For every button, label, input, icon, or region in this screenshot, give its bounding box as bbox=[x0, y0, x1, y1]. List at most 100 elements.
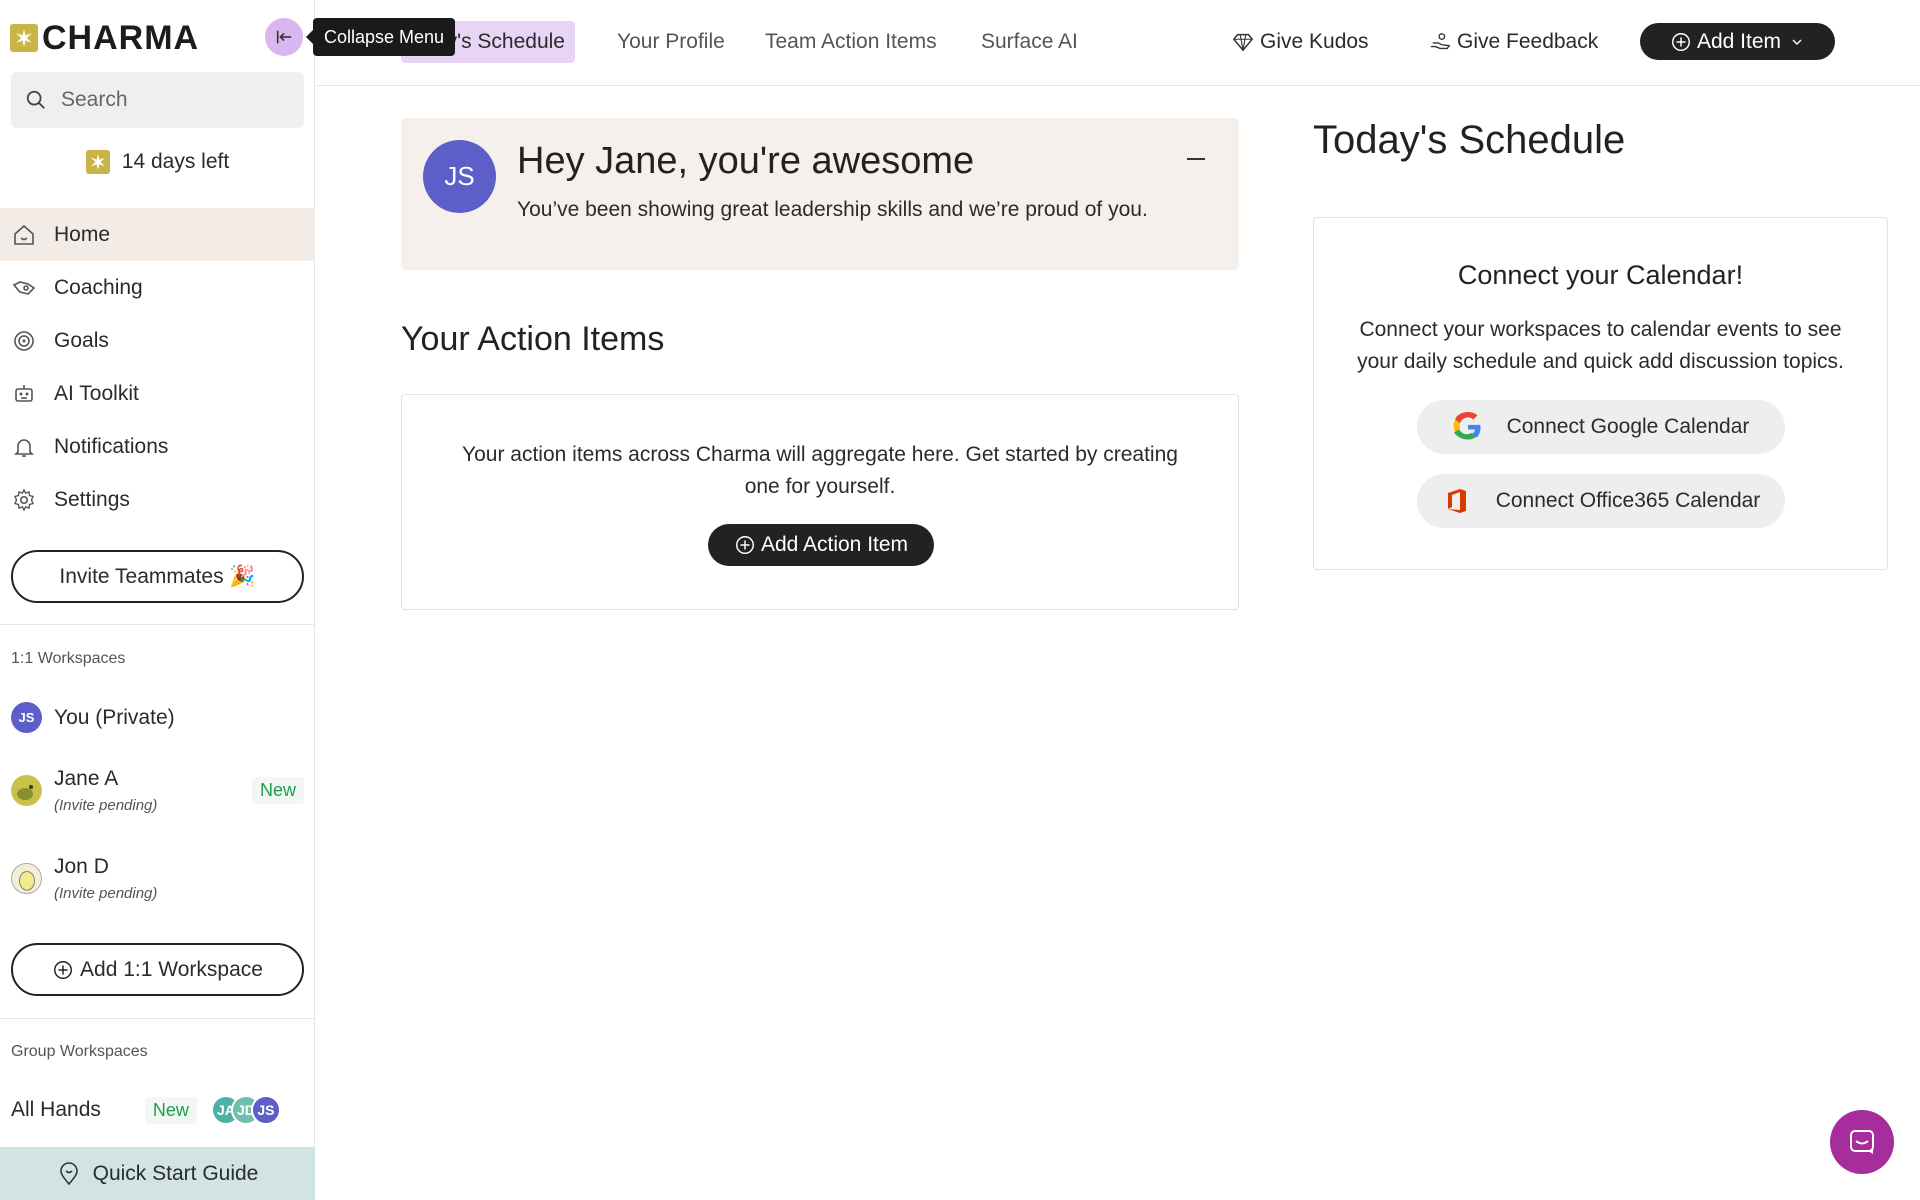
calendar-card-title: Connect your Calendar! bbox=[1457, 260, 1744, 290]
map-pin-icon bbox=[59, 1161, 78, 1185]
workspace-text: Jane A (Invite pending) bbox=[54, 767, 252, 814]
logo-spark-icon bbox=[10, 24, 38, 52]
spark-icon bbox=[85, 150, 110, 174]
sidebar-item-notifications[interactable]: Notifications bbox=[0, 420, 315, 473]
workspace-jane-a[interactable]: Jane A (Invite pending) New bbox=[11, 767, 304, 814]
logo-text: CHARMA bbox=[42, 18, 200, 57]
collapse-arrow-icon bbox=[276, 30, 292, 44]
greeting-banner: JS Hey Jane, you're awesome You’ve been … bbox=[401, 118, 1239, 270]
sidebar-item-label: Home bbox=[54, 222, 111, 246]
quick-start-label: Quick Start Guide bbox=[92, 1161, 259, 1185]
workspace-name: Jane A bbox=[54, 767, 119, 790]
gear-icon bbox=[14, 487, 34, 512]
trial-text: 14 days left bbox=[121, 150, 230, 173]
home-icon bbox=[14, 224, 34, 245]
member-avatars: JA JD JS bbox=[210, 1095, 281, 1125]
connect-google-label: Connect Google Calendar bbox=[1506, 415, 1750, 438]
workspace-text: Jon D (Invite pending) bbox=[54, 855, 157, 902]
trial-status: 14 days left bbox=[0, 150, 315, 174]
chat-support-button[interactable] bbox=[1830, 1110, 1894, 1174]
sidebar: CHARMA 14 days left Home Coaching Goals … bbox=[0, 0, 315, 1200]
tab-label: y's Schedule bbox=[446, 30, 565, 53]
invite-teammates-label: Invite Teammates 🎉 bbox=[59, 564, 256, 588]
greeting-subtitle: You’ve been showing great leadership ski… bbox=[517, 198, 1148, 221]
add-action-item-button[interactable]: Add Action Item bbox=[708, 524, 934, 566]
workspace-name: You (Private) bbox=[54, 705, 175, 729]
minimize-banner-button[interactable] bbox=[1185, 148, 1207, 170]
minus-icon bbox=[1187, 158, 1205, 160]
give-feedback-button[interactable]: Give Feedback bbox=[1429, 21, 1598, 63]
sidebar-item-coaching[interactable]: Coaching bbox=[0, 261, 315, 314]
robot-icon bbox=[15, 384, 33, 402]
collapse-menu-tooltip: Collapse Menu bbox=[305, 18, 456, 56]
google-icon bbox=[1453, 412, 1481, 440]
add-item-button[interactable]: Add Item bbox=[1640, 23, 1835, 60]
schedule-heading: Today's Schedule bbox=[1313, 118, 1626, 162]
action-items-empty-text: Your action items across Charma will agg… bbox=[462, 443, 1178, 498]
avatar: JS bbox=[250, 1095, 281, 1125]
action-items-heading: Your Action Items bbox=[401, 320, 665, 358]
sidebar-item-label: Settings bbox=[54, 487, 130, 511]
add-workspace-button[interactable]: Add 1:1 Workspace bbox=[11, 943, 304, 996]
give-feedback-label: Give Feedback bbox=[1457, 30, 1599, 53]
avatar: JS bbox=[11, 702, 42, 733]
workspace-name: All Hands bbox=[11, 1098, 101, 1121]
sidebar-item-label: Goals bbox=[54, 328, 109, 352]
egg-avatar-icon bbox=[11, 863, 42, 894]
plus-circle-icon bbox=[735, 536, 754, 554]
workspace-jon-d[interactable]: Jon D (Invite pending) bbox=[11, 855, 326, 902]
plus-circle-icon bbox=[54, 960, 73, 979]
connect-office365-calendar-button[interactable]: Connect Office365 Calendar bbox=[1417, 474, 1785, 528]
new-badge: New bbox=[144, 1096, 197, 1124]
search-input[interactable] bbox=[61, 88, 281, 112]
tab-label: Team Action Items bbox=[765, 30, 937, 53]
collapse-menu-button[interactable] bbox=[265, 18, 303, 56]
chick-avatar-icon bbox=[11, 775, 42, 806]
charma-logo[interactable]: CHARMA bbox=[10, 18, 200, 57]
sidebar-nav: Home Coaching Goals AI Toolkit Notificat… bbox=[0, 208, 315, 526]
add-item-label: Add Item bbox=[1696, 29, 1782, 53]
connect-office365-label: Connect Office365 Calendar bbox=[1495, 489, 1761, 512]
greeting-title: Hey Jane, you're awesome bbox=[517, 140, 975, 182]
top-navigation-bar: y's Schedule Your Profile Team Action It… bbox=[315, 0, 1920, 86]
search-box[interactable] bbox=[11, 72, 304, 128]
tab-your-profile[interactable]: Your Profile bbox=[607, 21, 735, 63]
invite-teammates-button[interactable]: Invite Teammates 🎉 bbox=[11, 550, 304, 603]
target-icon bbox=[14, 330, 34, 351]
one-on-one-section-label: 1:1 Workspaces bbox=[11, 650, 126, 667]
give-kudos-button[interactable]: Give Kudos bbox=[1232, 21, 1369, 63]
workspace-name: Jon D bbox=[54, 855, 109, 878]
add-workspace-label: Add 1:1 Workspace bbox=[80, 957, 263, 981]
calendar-connect-card: Connect your Calendar! Connect your work… bbox=[1313, 217, 1888, 570]
sidebar-item-label: Notifications bbox=[54, 434, 169, 458]
bell-icon bbox=[14, 438, 34, 457]
sidebar-item-label: Coaching bbox=[54, 275, 143, 299]
hand-feedback-icon bbox=[1430, 33, 1451, 50]
chevron-down-icon bbox=[1792, 39, 1802, 45]
sidebar-item-ai-toolkit[interactable]: AI Toolkit bbox=[0, 367, 315, 420]
connect-google-calendar-button[interactable]: Connect Google Calendar bbox=[1417, 400, 1785, 454]
add-action-item-label: Add Action Item bbox=[760, 533, 909, 556]
divider bbox=[0, 624, 315, 625]
sidebar-item-goals[interactable]: Goals bbox=[0, 314, 315, 367]
user-avatar: JS bbox=[423, 140, 496, 213]
sidebar-item-settings[interactable]: Settings bbox=[0, 473, 315, 526]
give-kudos-label: Give Kudos bbox=[1260, 30, 1369, 53]
sidebar-item-label: AI Toolkit bbox=[54, 381, 139, 405]
tab-surface-ai[interactable]: Surface AI bbox=[971, 21, 1088, 63]
workspace-all-hands[interactable]: All Hands New JA JD JS bbox=[11, 1095, 293, 1125]
calendar-card-text: Connect your workspaces to calendar even… bbox=[1357, 318, 1844, 373]
workspace-you-private[interactable]: JS You (Private) bbox=[11, 702, 326, 733]
coaching-icon bbox=[12, 280, 36, 295]
sidebar-item-home[interactable]: Home bbox=[0, 208, 315, 261]
search-icon bbox=[26, 90, 45, 109]
quick-start-guide-button[interactable]: Quick Start Guide bbox=[0, 1147, 315, 1200]
tab-label: Surface AI bbox=[981, 30, 1078, 53]
invite-pending-label: (Invite pending) bbox=[54, 885, 158, 902]
office365-icon bbox=[1447, 489, 1466, 513]
action-items-card: Your action items across Charma will agg… bbox=[401, 394, 1239, 610]
divider bbox=[0, 1018, 315, 1019]
invite-pending-label: (Invite pending) bbox=[54, 797, 158, 814]
tab-team-action-items[interactable]: Team Action Items bbox=[755, 21, 947, 63]
chat-icon bbox=[1850, 1130, 1874, 1154]
